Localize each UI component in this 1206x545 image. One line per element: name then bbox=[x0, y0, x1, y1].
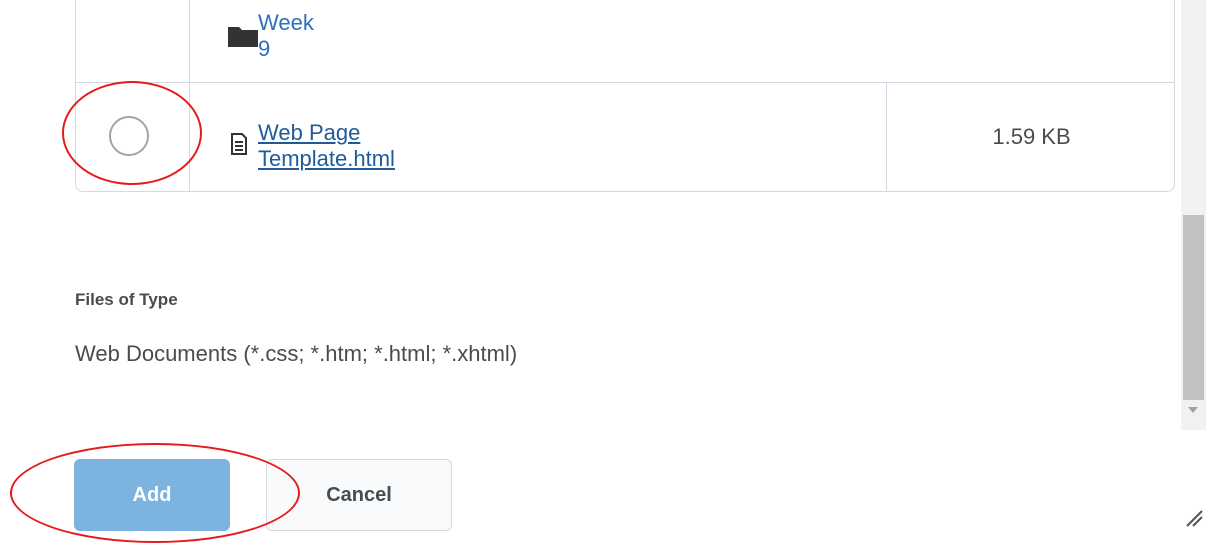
select-cell bbox=[76, 0, 190, 82]
scrollbar-thumb[interactable] bbox=[1183, 215, 1204, 400]
file-size: 1.59 KB bbox=[886, 82, 1174, 191]
file-table: Week 9 Web Page Template.html 1.59 KB bbox=[75, 0, 1175, 192]
file-select-radio[interactable] bbox=[109, 116, 149, 156]
resize-grip-icon[interactable] bbox=[1183, 507, 1203, 527]
vertical-scrollbar[interactable] bbox=[1181, 0, 1206, 430]
folder-link[interactable]: Week 9 bbox=[228, 10, 314, 62]
file-name-wrap: Web Page Template.html bbox=[230, 120, 395, 172]
folder-icon bbox=[228, 25, 258, 47]
scroll-down-arrow-icon[interactable] bbox=[1188, 407, 1198, 413]
cancel-button[interactable]: Cancel bbox=[266, 459, 452, 531]
select-cell bbox=[76, 82, 190, 191]
files-of-type-value: Web Documents (*.css; *.htm; *.html; *.x… bbox=[75, 341, 518, 366]
file-picker-dialog: Week 9 Web Page Template.html 1.59 KB Fi… bbox=[0, 0, 1206, 545]
document-icon bbox=[230, 132, 248, 160]
folder-label: Week 9 bbox=[258, 10, 314, 61]
table-row-file: Web Page Template.html 1.59 KB bbox=[76, 82, 1174, 191]
table-row-folder: Week 9 bbox=[76, 0, 1174, 83]
add-button[interactable]: Add bbox=[74, 459, 230, 531]
file-link[interactable]: Web Page Template.html bbox=[258, 120, 395, 172]
files-of-type-label: Files of Type bbox=[75, 290, 178, 309]
